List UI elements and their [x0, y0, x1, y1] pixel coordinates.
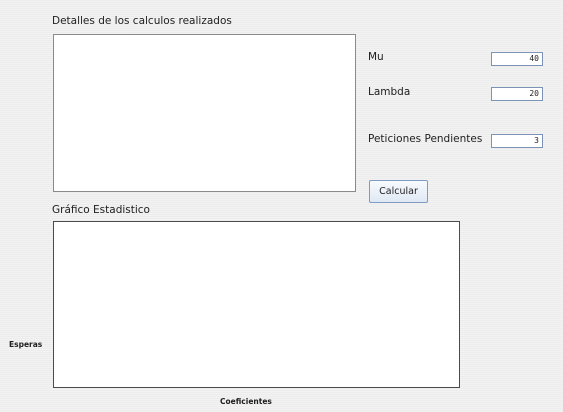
app-window: Detalles de los calculos realizados Mu 4… [0, 0, 563, 412]
chart-x-axis-label: Coeficientes [220, 397, 272, 406]
calculate-button[interactable]: Calcular [369, 180, 428, 203]
pending-field[interactable]: 3 [491, 134, 543, 148]
chart-y-axis-label: Esperas [9, 340, 43, 349]
lambda-label: Lambda [368, 86, 411, 98]
pending-label: Peticiones Pendientes [368, 133, 483, 145]
details-textarea[interactable] [53, 34, 356, 192]
mu-label: Mu [368, 51, 384, 63]
mu-field[interactable]: 40 [491, 52, 543, 66]
lambda-field[interactable]: 20 [491, 87, 543, 101]
details-title: Detalles de los calculos realizados [52, 15, 232, 27]
chart-title: Gráfico Estadistico [52, 204, 150, 216]
chart-area [53, 221, 460, 388]
